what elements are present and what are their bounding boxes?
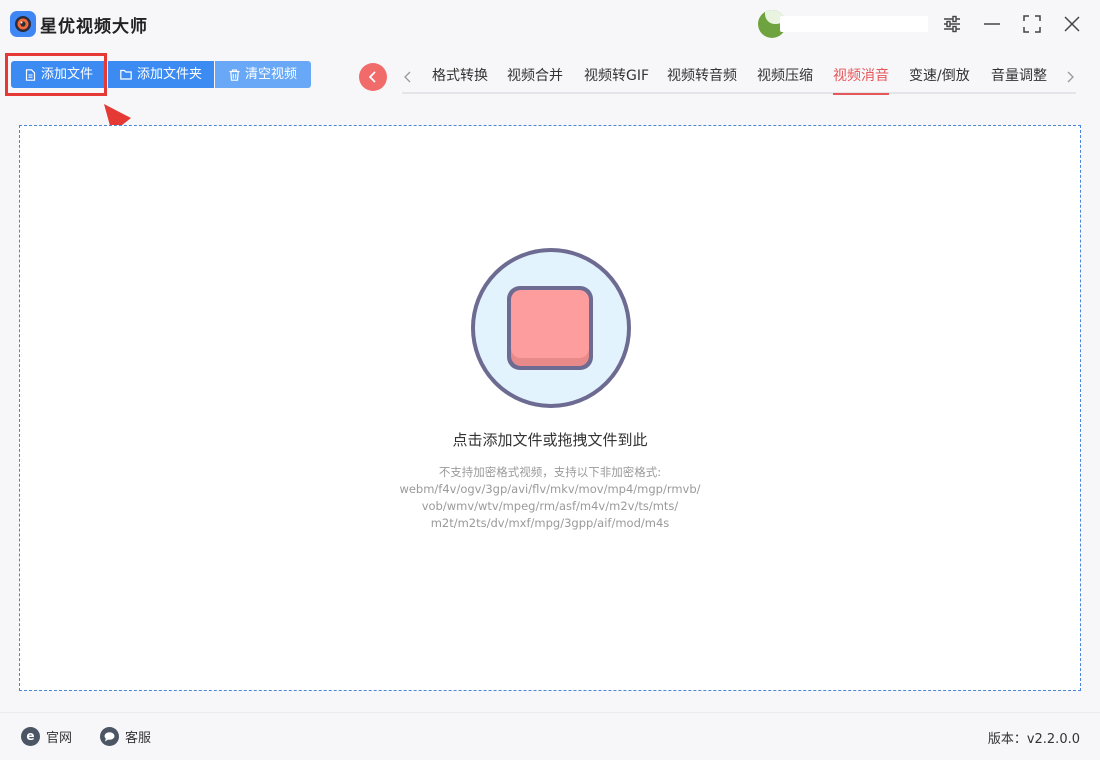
close-icon [1064, 16, 1080, 32]
file-icon [25, 68, 36, 81]
camera-lens-icon [10, 11, 36, 37]
title-bar: 星优视频大师 [0, 0, 1100, 48]
settings-button[interactable] [938, 10, 966, 38]
stop-square-icon [471, 248, 631, 408]
tab-speed-reverse[interactable]: 变速/倒放 [909, 65, 970, 85]
file-drop-zone[interactable]: 点击添加文件或拖拽文件到此 不支持加密格式视频，支持以下非加密格式: webm/… [19, 125, 1081, 691]
tab-volume-adjust[interactable]: 音量调整 [991, 65, 1047, 85]
user-name-mask [780, 16, 928, 32]
maximize-button[interactable] [1018, 10, 1046, 38]
add-file-label: 添加文件 [40, 67, 93, 82]
minimize-icon [984, 23, 1000, 25]
add-file-button[interactable]: 添加文件 [11, 61, 107, 88]
tab-video-mute[interactable]: 视频消音 [833, 65, 889, 95]
tab-video-to-audio[interactable]: 视频转音频 [667, 65, 737, 85]
tab-format-convert[interactable]: 格式转换 [432, 65, 488, 85]
app-title: 星优视频大师 [40, 17, 148, 37]
tab-video-to-gif[interactable]: 视频转GIF [584, 65, 649, 85]
drop-zone-hint-line: webm/f4v/ogv/3gp/avi/flv/mkv/mov/mp4/mgp… [399, 482, 701, 496]
tab-video-merge[interactable]: 视频合并 [507, 65, 563, 85]
clear-videos-button[interactable]: 清空视频 [215, 61, 311, 88]
folder-icon [120, 69, 132, 80]
trash-icon [229, 68, 240, 81]
add-folder-button[interactable]: 添加文件夹 [108, 61, 214, 88]
minimize-button[interactable] [978, 10, 1006, 38]
maximize-icon [1023, 15, 1041, 33]
version-text: 版本：v2.2.0.0 [987, 732, 1080, 747]
tab-bar: 格式转换 视频合并 视频转GIF 视频转音频 视频压缩 视频消音 变速/倒放 音… [402, 58, 1076, 95]
website-link[interactable]: e 官网 [21, 727, 72, 746]
support-link[interactable]: 客服 [100, 727, 151, 746]
drop-zone-title: 点击添加文件或拖拽文件到此 [452, 431, 648, 449]
tab-video-compress[interactable]: 视频压缩 [757, 65, 813, 85]
sliders-icon [944, 15, 960, 33]
drop-zone-hint-line: vob/wmv/wtv/mpeg/rm/asf/m4v/m2v/ts/mts/ [421, 499, 679, 513]
drop-zone-hint-line: m2t/m2ts/dv/mxf/mpg/3gpp/aif/mod/m4s [430, 516, 670, 530]
close-button[interactable] [1058, 10, 1086, 38]
clear-videos-label: 清空视频 [244, 67, 297, 82]
tab-scroll-right-icon[interactable] [1062, 66, 1078, 88]
chat-bubble-icon [100, 727, 119, 746]
footer: e 官网 客服 版本：v2.2.0.0 [0, 712, 1100, 760]
website-label: 官网 [46, 731, 73, 746]
add-folder-label: 添加文件夹 [136, 67, 202, 82]
support-label: 客服 [125, 731, 152, 746]
drop-zone-hint-line: 不支持加密格式视频，支持以下非加密格式: [438, 465, 662, 479]
back-button[interactable] [359, 63, 387, 91]
chevron-left-icon [369, 71, 376, 83]
browser-e-icon: e [21, 727, 40, 746]
